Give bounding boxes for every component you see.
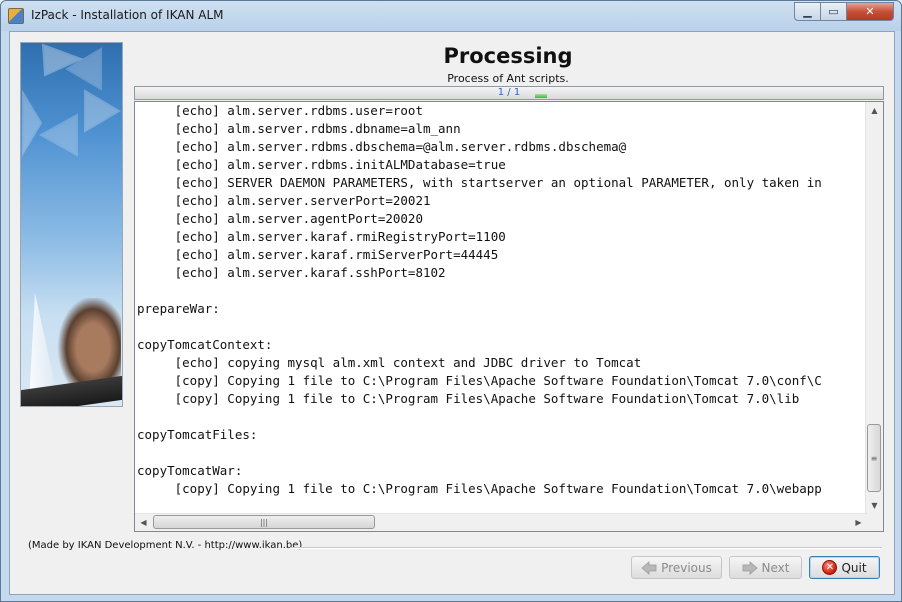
progress-bar: 1 / 1 bbox=[134, 86, 884, 100]
arrow-right-icon bbox=[742, 560, 758, 575]
scroll-left-arrow-icon[interactable]: ◀ bbox=[135, 514, 152, 531]
log-line: copyTomcatFiles: bbox=[137, 427, 258, 442]
vertical-scrollbar[interactable]: ▲ ≡ ▼ bbox=[865, 102, 883, 514]
footer-divider bbox=[290, 547, 882, 549]
installer-window: IzPack - Installation of IKAN ALM ▁ ▭ ✕ … bbox=[0, 0, 902, 602]
page-subtitle: Process of Ant scripts. bbox=[447, 72, 569, 85]
window-controls: ▁ ▭ ✕ bbox=[794, 2, 894, 21]
made-by-label: (Made by IKAN Development N.V. - http://… bbox=[28, 540, 303, 551]
log-text: [echo] alm.server.rdbms.user=root [echo]… bbox=[137, 102, 865, 511]
scroll-up-arrow-icon[interactable]: ▲ bbox=[866, 102, 883, 119]
log-line: [echo] alm.server.karaf.rmiServerPort=44… bbox=[137, 247, 499, 262]
log-line: [echo] alm.server.rdbms.dbschema=@alm.se… bbox=[137, 139, 627, 154]
app-icon bbox=[8, 8, 24, 24]
page-title: Processing bbox=[443, 44, 573, 68]
log-line: [echo] SERVER DAEMON PARAMETERS, with st… bbox=[137, 175, 822, 190]
progress-label: 1 / 1 bbox=[497, 87, 521, 98]
next-button-label: Next bbox=[761, 560, 790, 575]
quit-button-label: Quit bbox=[841, 560, 867, 575]
quit-button[interactable]: ✕ Quit bbox=[809, 556, 880, 579]
installer-panel: Processing Process of Ant scripts. 1 / 1… bbox=[9, 31, 895, 595]
side-banner-image bbox=[20, 42, 123, 407]
previous-button[interactable]: Previous bbox=[631, 556, 722, 579]
minimize-button[interactable]: ▁ bbox=[794, 2, 821, 21]
title-bar[interactable]: IzPack - Installation of IKAN ALM ▁ ▭ ✕ bbox=[1, 1, 901, 31]
log-line: [echo] alm.server.agentPort=20020 bbox=[137, 211, 423, 226]
scroll-right-arrow-icon[interactable]: ▶ bbox=[850, 514, 867, 531]
log-line: [echo] alm.server.rdbms.initALMDatabase=… bbox=[137, 157, 506, 172]
log-line: [copy] Copying 1 file to C:\Program File… bbox=[137, 373, 822, 388]
window-title: IzPack - Installation of IKAN ALM bbox=[31, 8, 224, 22]
log-line: copyTomcatWar: bbox=[137, 463, 243, 478]
vertical-scroll-thumb[interactable]: ≡ bbox=[867, 424, 881, 492]
log-line: [echo] copying mysql alm.xml context and… bbox=[137, 355, 642, 370]
log-line: [copy] Copying 1 file to C:\Program File… bbox=[137, 391, 800, 406]
arrow-left-icon bbox=[641, 560, 657, 575]
scroll-down-arrow-icon[interactable]: ▼ bbox=[866, 497, 883, 514]
log-line: [echo] alm.server.karaf.sshPort=8102 bbox=[137, 265, 446, 280]
next-button[interactable]: Next bbox=[729, 556, 802, 579]
log-line: [echo] alm.server.rdbms.dbname=alm_ann bbox=[137, 121, 461, 136]
scrollbar-corner bbox=[866, 514, 883, 531]
triangle-decoration-icon bbox=[22, 43, 121, 157]
log-line: prepareWar: bbox=[137, 301, 220, 316]
log-line: [echo] alm.server.karaf.rmiRegistryPort=… bbox=[137, 229, 506, 244]
log-line: copyTomcatContext: bbox=[137, 337, 273, 352]
previous-button-label: Previous bbox=[661, 560, 712, 575]
horizontal-scroll-thumb[interactable]: ||| bbox=[153, 515, 375, 529]
close-button[interactable]: ✕ bbox=[847, 2, 894, 21]
maximize-button[interactable]: ▭ bbox=[821, 2, 847, 21]
log-output-area[interactable]: [echo] alm.server.rdbms.user=root [echo]… bbox=[134, 101, 884, 532]
log-line: [echo] alm.server.rdbms.user=root bbox=[137, 103, 423, 118]
log-line: [copy] Copying 1 file to C:\Program File… bbox=[137, 481, 822, 496]
log-line: [echo] alm.server.serverPort=20021 bbox=[137, 193, 431, 208]
horizontal-scrollbar[interactable]: ◀ ||| ▶ bbox=[135, 513, 867, 531]
progress-fill bbox=[535, 94, 547, 98]
quit-icon: ✕ bbox=[822, 560, 838, 575]
